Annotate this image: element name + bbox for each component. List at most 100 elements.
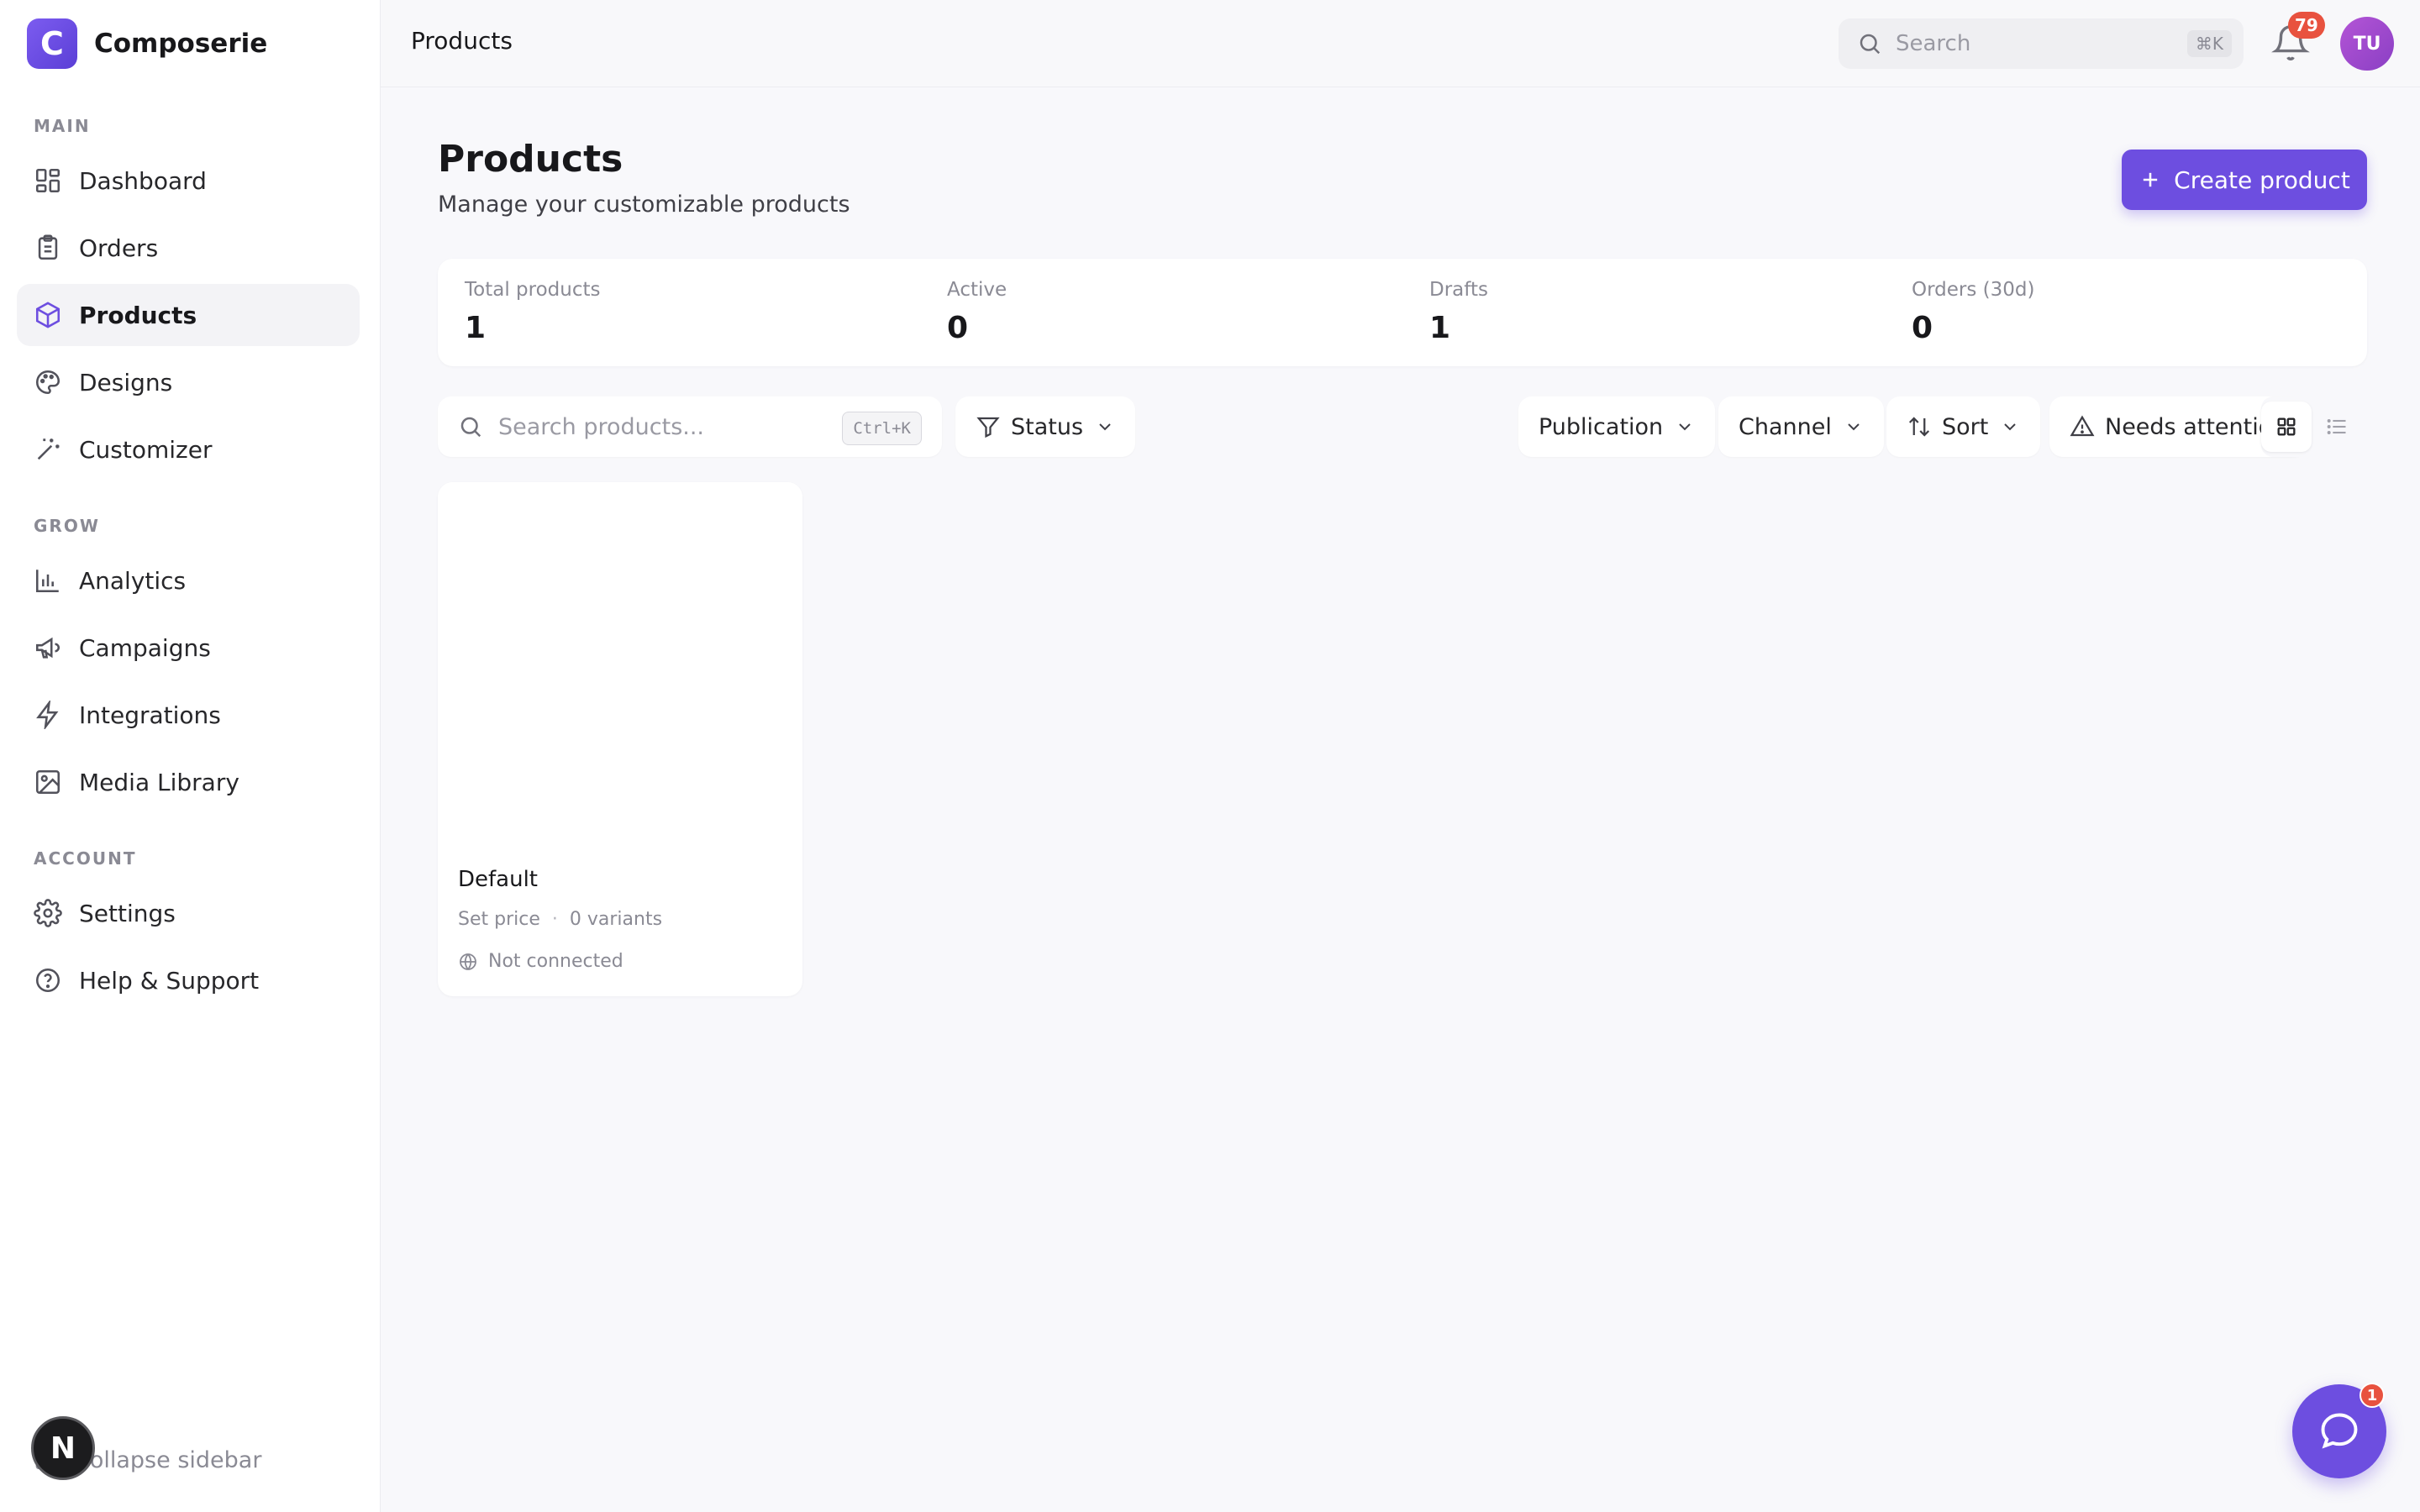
chevron-down-icon <box>1679 423 1691 431</box>
product-card[interactable]: Default Set price · 0 variants Not conne… <box>438 482 802 996</box>
stat-label: Active <box>947 279 1007 301</box>
view-toggle <box>2261 396 2367 457</box>
chat-bubble-icon <box>2321 1413 2358 1449</box>
main-content: Products Search ⌘K 79 TU Products Manage… <box>380 0 2420 1512</box>
sidebar-item-label: Help & Support <box>79 966 260 995</box>
section-label-account: ACCOUNT <box>34 848 137 869</box>
notifications-badge: 79 <box>2288 12 2325 39</box>
stat-active: Active 0 <box>947 279 1007 345</box>
sidebar-item-label: Campaigns <box>79 633 211 662</box>
sidebar-item-integrations[interactable]: Integrations <box>17 684 360 746</box>
product-price: Set price <box>458 909 540 930</box>
sidebar-item-label: Integrations <box>79 701 221 729</box>
help-circle-icon <box>35 968 60 993</box>
chevron-down-icon <box>1099 423 1111 431</box>
stat-value: 0 <box>1912 311 1933 345</box>
status-filter-button[interactable]: Status <box>955 396 1136 457</box>
stat-value: 0 <box>947 311 969 345</box>
topbar: Products Search ⌘K 79 TU <box>381 0 2420 87</box>
sidebar-item-dashboard[interactable]: Dashboard <box>17 150 360 212</box>
sidebar-item-label: Orders <box>79 234 159 262</box>
sidebar-item-help-support[interactable]: Help & Support <box>17 949 360 1011</box>
lightning-icon <box>36 701 59 729</box>
sidebar-item-label: Products <box>79 301 197 329</box>
publication-filter-button[interactable]: Publication <box>1518 396 1716 457</box>
global-search-placeholder: Search <box>1896 31 1971 56</box>
needs-attention-label: Needs attention <box>2105 413 2287 440</box>
sidebar-item-settings[interactable]: Settings <box>17 882 360 944</box>
section-label-grow: GROW <box>34 516 100 536</box>
megaphone-icon <box>35 637 60 659</box>
sidebar-item-label: Media Library <box>79 768 239 796</box>
product-search-shortcut: Ctrl+K <box>842 412 922 445</box>
chat-badge: 1 <box>2360 1383 2385 1408</box>
filter-icon <box>976 417 1000 438</box>
sidebar-item-media-library[interactable]: Media Library <box>17 751 360 813</box>
brand[interactable]: C Composerie <box>27 18 267 69</box>
warning-triangle-icon <box>2070 415 2095 437</box>
sidebar: C Composerie MAIN Dashboard Orders Produ… <box>0 0 380 1512</box>
sidebar-item-designs[interactable]: Designs <box>17 351 360 413</box>
product-connection-status: Not connected <box>458 951 623 972</box>
publication-filter-label: Publication <box>1539 413 1664 440</box>
product-connection-label: Not connected <box>488 951 623 972</box>
topbar-title: Products <box>411 27 513 55</box>
sidebar-item-products[interactable]: Products <box>17 284 360 346</box>
sort-button[interactable]: Sort <box>1886 396 2041 457</box>
search-icon <box>1860 34 1881 55</box>
sidebar-item-orders[interactable]: Orders <box>17 217 360 279</box>
clipboard-icon <box>38 234 58 260</box>
collapse-sidebar-label: Collapse sidebar <box>74 1446 262 1473</box>
sidebar-item-label: Analytics <box>79 566 187 595</box>
stat-orders-30d: Orders (30d) 0 <box>1912 279 2034 345</box>
product-name: Default <box>458 867 538 892</box>
product-thumbnail <box>438 482 802 835</box>
channel-filter-button[interactable]: Channel <box>1718 396 1884 457</box>
stat-label: Total products <box>465 279 601 301</box>
channel-filter-label: Channel <box>1739 413 1832 440</box>
avatar[interactable]: TU <box>2340 17 2394 71</box>
sidebar-item-label: Customizer <box>79 435 213 464</box>
sidebar-item-analytics[interactable]: Analytics <box>17 549 360 612</box>
magic-wand-icon <box>37 438 60 460</box>
plus-icon <box>2144 172 2158 187</box>
product-search-input[interactable]: Search products... Ctrl+K <box>438 396 942 457</box>
stat-value: 1 <box>1429 311 1451 345</box>
globe-icon <box>460 953 476 970</box>
brand-name: Composerie <box>94 29 268 59</box>
section-label-main: MAIN <box>34 116 91 136</box>
global-search-input[interactable]: Search ⌘K <box>1839 18 2244 69</box>
image-icon <box>35 769 60 795</box>
list-view-button[interactable] <box>2312 402 2362 452</box>
sort-arrows-icon <box>1908 417 1930 437</box>
separator-dot: · <box>551 909 558 930</box>
grid-view-button[interactable] <box>2261 402 2312 452</box>
list-icon <box>2327 419 2346 434</box>
stats-panel: Total products 1 Active 0 Drafts 1 Order… <box>438 259 2367 366</box>
chevron-down-icon <box>1848 423 1860 431</box>
dashboard-icon <box>35 168 60 193</box>
create-product-button[interactable]: Create product <box>2122 150 2367 210</box>
sidebar-item-label: Designs <box>79 368 173 396</box>
stat-value: 1 <box>465 311 487 345</box>
page-subtitle: Manage your customizable products <box>438 192 850 218</box>
bar-chart-icon <box>35 570 59 593</box>
dev-tools-badge[interactable]: N <box>31 1416 95 1480</box>
stat-total-products: Total products 1 <box>465 279 600 345</box>
sidebar-item-label: Settings <box>79 899 176 927</box>
global-search-shortcut: ⌘K <box>2186 30 2232 57</box>
stat-drafts: Drafts 1 <box>1429 279 1488 345</box>
stat-label: Drafts <box>1429 279 1488 301</box>
palette-icon <box>35 370 60 395</box>
sort-label: Sort <box>1942 413 1989 440</box>
sidebar-item-customizer[interactable]: Customizer <box>17 418 360 480</box>
search-icon <box>460 417 481 438</box>
product-search-placeholder: Search products... <box>498 413 705 440</box>
create-product-label: Create product <box>2174 165 2350 194</box>
sidebar-item-campaigns[interactable]: Campaigns <box>17 617 360 679</box>
grid-icon <box>2277 417 2296 436</box>
box-icon <box>35 302 60 328</box>
stat-label: Orders (30d) <box>1912 279 2035 301</box>
sidebar-item-label: Dashboard <box>79 166 207 195</box>
product-meta: Set price · 0 variants <box>458 909 662 930</box>
